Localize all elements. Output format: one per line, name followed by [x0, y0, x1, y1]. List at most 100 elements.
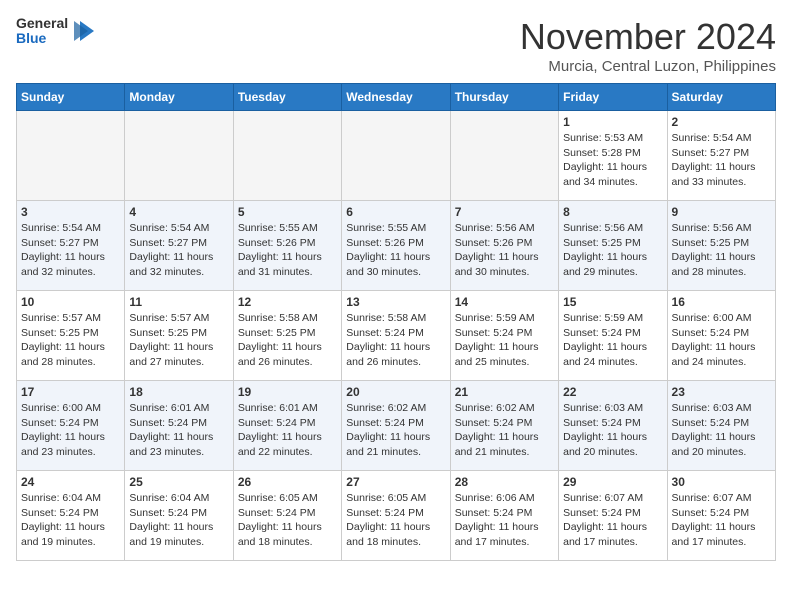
- header-row: SundayMondayTuesdayWednesdayThursdayFrid…: [17, 84, 776, 111]
- day-info: Sunrise: 5:56 AMSunset: 5:25 PMDaylight:…: [672, 221, 771, 280]
- day-info: Sunrise: 6:02 AMSunset: 5:24 PMDaylight:…: [346, 401, 445, 460]
- day-number: 12: [238, 295, 337, 309]
- calendar-cell: [125, 111, 233, 201]
- header-day: Friday: [559, 84, 667, 111]
- calendar-cell: 8 Sunrise: 5:56 AMSunset: 5:25 PMDaylight…: [559, 201, 667, 291]
- day-info: Sunrise: 6:01 AMSunset: 5:24 PMDaylight:…: [238, 401, 337, 460]
- calendar-cell: 17 Sunrise: 6:00 AMSunset: 5:24 PMDayligh…: [17, 381, 125, 471]
- day-info: Sunrise: 6:04 AMSunset: 5:24 PMDaylight:…: [129, 491, 228, 550]
- day-number: 17: [21, 385, 120, 399]
- day-number: 11: [129, 295, 228, 309]
- calendar-cell: 14Sunrise: 5:59 AMSunset: 5:24 PMDayligh…: [450, 291, 558, 381]
- header-day: Wednesday: [342, 84, 450, 111]
- day-info: Sunrise: 5:56 AMSunset: 5:26 PMDaylight:…: [455, 221, 554, 280]
- day-number: 27: [346, 475, 445, 489]
- day-number: 4: [129, 205, 228, 219]
- day-number: 20: [346, 385, 445, 399]
- calendar-cell: 5 Sunrise: 5:55 AMSunset: 5:26 PMDaylight…: [233, 201, 341, 291]
- day-number: 5: [238, 205, 337, 219]
- calendar-cell: 16 Sunrise: 6:00 AMSunset: 5:24 PMDayligh…: [667, 291, 775, 381]
- calendar-cell: 3 Sunrise: 5:54 AMSunset: 5:27 PMDaylight…: [17, 201, 125, 291]
- day-info: Sunrise: 5:58 AMSunset: 5:25 PMDaylight:…: [238, 311, 337, 370]
- calendar-cell: [450, 111, 558, 201]
- day-info: Sunrise: 6:06 AMSunset: 5:24 PMDaylight:…: [455, 491, 554, 550]
- calendar-cell: 23 Sunrise: 6:03 AMSunset: 5:24 PMDayligh…: [667, 381, 775, 471]
- day-info: Sunrise: 6:01 AMSunset: 5:24 PMDaylight:…: [129, 401, 228, 460]
- calendar-table: SundayMondayTuesdayWednesdayThursdayFrid…: [16, 83, 776, 561]
- logo-blue-text: Blue: [16, 31, 68, 46]
- header-day: Saturday: [667, 84, 775, 111]
- day-number: 7: [455, 205, 554, 219]
- page-header: General Blue November 2024 Murcia, Centr…: [16, 16, 776, 75]
- day-info: Sunrise: 6:00 AMSunset: 5:24 PMDaylight:…: [21, 401, 120, 460]
- calendar-cell: 15 Sunrise: 5:59 AMSunset: 5:24 PMDayligh…: [559, 291, 667, 381]
- day-info: Sunrise: 5:58 AMSunset: 5:24 PMDaylight:…: [346, 311, 445, 370]
- calendar-cell: 24Sunrise: 6:04 AMSunset: 5:24 PMDayligh…: [17, 471, 125, 561]
- day-number: 29: [563, 475, 662, 489]
- day-number: 9: [672, 205, 771, 219]
- day-info: Sunrise: 5:57 AMSunset: 5:25 PMDaylight:…: [129, 311, 228, 370]
- calendar-cell: 26 Sunrise: 6:05 AMSunset: 5:24 PMDayligh…: [233, 471, 341, 561]
- day-number: 16: [672, 295, 771, 309]
- day-info: Sunrise: 5:56 AMSunset: 5:25 PMDaylight:…: [563, 221, 662, 280]
- calendar-cell: 21Sunrise: 6:02 AMSunset: 5:24 PMDayligh…: [450, 381, 558, 471]
- day-number: 8: [563, 205, 662, 219]
- day-info: Sunrise: 6:07 AMSunset: 5:24 PMDaylight:…: [672, 491, 771, 550]
- day-info: Sunrise: 5:54 AMSunset: 5:27 PMDaylight:…: [672, 131, 771, 190]
- calendar-cell: 27 Sunrise: 6:05 AMSunset: 5:24 PMDayligh…: [342, 471, 450, 561]
- logo-general-text: General: [16, 16, 68, 31]
- calendar-week-row: 17 Sunrise: 6:00 AMSunset: 5:24 PMDayligh…: [17, 381, 776, 471]
- day-info: Sunrise: 5:54 AMSunset: 5:27 PMDaylight:…: [21, 221, 120, 280]
- calendar-cell: 13 Sunrise: 5:58 AMSunset: 5:24 PMDayligh…: [342, 291, 450, 381]
- location: Murcia, Central Luzon, Philippines: [520, 58, 776, 75]
- day-info: Sunrise: 6:05 AMSunset: 5:24 PMDaylight:…: [238, 491, 337, 550]
- day-info: Sunrise: 6:05 AMSunset: 5:24 PMDaylight:…: [346, 491, 445, 550]
- calendar-cell: 2 Sunrise: 5:54 AMSunset: 5:27 PMDaylight…: [667, 111, 775, 201]
- calendar-cell: 10 Sunrise: 5:57 AMSunset: 5:25 PMDayligh…: [17, 291, 125, 381]
- calendar-cell: 1Sunrise: 5:53 AMSunset: 5:28 PMDaylight…: [559, 111, 667, 201]
- day-info: Sunrise: 6:00 AMSunset: 5:24 PMDaylight:…: [672, 311, 771, 370]
- header-day: Tuesday: [233, 84, 341, 111]
- day-number: 3: [21, 205, 120, 219]
- day-number: 23: [672, 385, 771, 399]
- calendar-cell: 29 Sunrise: 6:07 AMSunset: 5:24 PMDayligh…: [559, 471, 667, 561]
- day-number: 22: [563, 385, 662, 399]
- day-number: 14: [455, 295, 554, 309]
- calendar-cell: 30 Sunrise: 6:07 AMSunset: 5:24 PMDayligh…: [667, 471, 775, 561]
- calendar-cell: [17, 111, 125, 201]
- calendar-cell: 28 Sunrise: 6:06 AMSunset: 5:24 PMDayligh…: [450, 471, 558, 561]
- calendar-cell: 9 Sunrise: 5:56 AMSunset: 5:25 PMDaylight…: [667, 201, 775, 291]
- day-info: Sunrise: 5:55 AMSunset: 5:26 PMDaylight:…: [238, 221, 337, 280]
- header-day: Monday: [125, 84, 233, 111]
- day-number: 25: [129, 475, 228, 489]
- day-info: Sunrise: 6:03 AMSunset: 5:24 PMDaylight:…: [563, 401, 662, 460]
- day-number: 30: [672, 475, 771, 489]
- day-info: Sunrise: 5:55 AMSunset: 5:26 PMDaylight:…: [346, 221, 445, 280]
- calendar-cell: 6 Sunrise: 5:55 AMSunset: 5:26 PMDaylight…: [342, 201, 450, 291]
- month-title: November 2024: [520, 16, 776, 58]
- day-info: Sunrise: 5:59 AMSunset: 5:24 PMDaylight:…: [563, 311, 662, 370]
- calendar-cell: 4 Sunrise: 5:54 AMSunset: 5:27 PMDaylight…: [125, 201, 233, 291]
- calendar-cell: 7 Sunrise: 5:56 AMSunset: 5:26 PMDaylight…: [450, 201, 558, 291]
- calendar-week-row: 24 Sunrise: 6:04 AMSunset: 5:24 PMDayligh…: [17, 471, 776, 561]
- day-number: 13: [346, 295, 445, 309]
- day-number: 18: [129, 385, 228, 399]
- calendar-cell: 12 Sunrise: 5:58 AMSunset: 5:25 PMDayligh…: [233, 291, 341, 381]
- logo-icon: [70, 17, 98, 45]
- calendar-cell: 25 Sunrise: 6:04 AMSunset: 5:24 PMDayligh…: [125, 471, 233, 561]
- day-info: Sunrise: 5:54 AMSunset: 5:27 PMDaylight:…: [129, 221, 228, 280]
- calendar-cell: 22 Sunrise: 6:03 AMSunset: 5:24 PMDayligh…: [559, 381, 667, 471]
- header-day: Thursday: [450, 84, 558, 111]
- day-number: 15: [563, 295, 662, 309]
- day-number: 28: [455, 475, 554, 489]
- day-info: Sunrise: 5:57 AMSunset: 5:25 PMDaylight:…: [21, 311, 120, 370]
- day-number: 26: [238, 475, 337, 489]
- day-number: 6: [346, 205, 445, 219]
- day-info: Sunrise: 6:02 AMSunset: 5:24 PMDaylight:…: [455, 401, 554, 460]
- day-info: Sunrise: 6:03 AMSunset: 5:24 PMDaylight:…: [672, 401, 771, 460]
- calendar-cell: [233, 111, 341, 201]
- day-number: 24: [21, 475, 120, 489]
- day-number: 10: [21, 295, 120, 309]
- day-number: 2: [672, 115, 771, 129]
- day-info: Sunrise: 6:07 AMSunset: 5:24 PMDaylight:…: [563, 491, 662, 550]
